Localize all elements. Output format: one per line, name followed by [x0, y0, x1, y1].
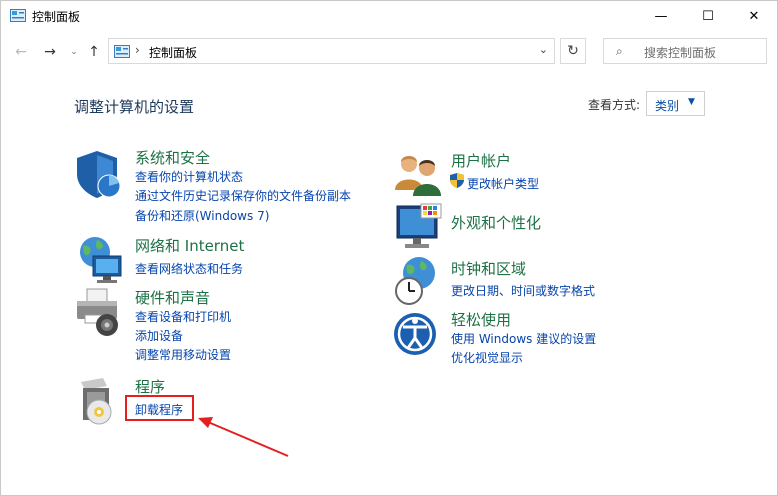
category-appearance-personalization[interactable]: 外观和个性化	[451, 212, 541, 233]
user-accounts-people-icon	[395, 156, 441, 196]
dropdown-arrow-icon: ▼	[688, 97, 695, 107]
category-network-internet[interactable]: 网络和 Internet	[135, 235, 244, 256]
forward-arrow-icon[interactable]: →	[41, 43, 59, 61]
breadcrumb-separator-icon: ›	[135, 43, 140, 57]
control-panel-location-icon	[114, 45, 130, 58]
category-hardware-sound[interactable]: 硬件和声音	[135, 287, 210, 308]
hardware-printer-icon	[77, 288, 118, 336]
view-by-dropdown[interactable]: 类别 ▼	[646, 91, 705, 116]
link-add-device[interactable]: 添加设备	[135, 327, 183, 344]
control-panel-app-icon	[10, 9, 26, 22]
address-dropdown-icon[interactable]: ⌄	[539, 43, 548, 56]
annotation-highlight-box	[125, 395, 194, 421]
minimize-icon: —	[654, 8, 668, 24]
category-system-security[interactable]: 系统和安全	[135, 147, 210, 168]
programs-disc-box-icon	[81, 378, 112, 425]
maximize-button[interactable]: ☐	[685, 1, 731, 31]
breadcrumb-control-panel[interactable]: 控制面板	[149, 44, 197, 61]
refresh-icon[interactable]: ↻	[560, 38, 586, 64]
appearance-monitor-icon	[396, 203, 442, 248]
control-panel-window: 控制面板 — ☐ ✕ ← → ⌄ ↑ › 控制面板 ⌄ ↻ ⌕ 搜索控制面板 调…	[0, 0, 778, 496]
link-change-account-type[interactable]: 更改帐户类型	[467, 175, 539, 192]
ease-of-access-icon	[394, 313, 436, 355]
link-backup-restore[interactable]: 备份和还原(Windows 7)	[135, 207, 269, 224]
category-clock-region[interactable]: 时钟和区域	[451, 258, 526, 279]
window-title: 控制面板	[32, 10, 81, 24]
category-programs[interactable]: 程序	[135, 376, 165, 397]
category-ease-of-access[interactable]: 轻松使用	[451, 309, 511, 330]
link-mobility-settings[interactable]: 调整常用移动设置	[135, 346, 231, 363]
search-icon: ⌕	[616, 44, 623, 58]
maximize-icon: ☐	[702, 8, 714, 24]
link-change-date-time-format[interactable]: 更改日期、时间或数字格式	[451, 282, 595, 299]
network-globe-icon	[80, 237, 122, 283]
uac-shield-icon	[450, 173, 464, 188]
link-file-history-backup[interactable]: 通过文件历史记录保存你的文件备份副本	[135, 187, 351, 204]
recent-locations-chevron-icon[interactable]: ⌄	[65, 43, 83, 61]
view-by-value: 类别	[655, 99, 680, 113]
close-button[interactable]: ✕	[731, 1, 777, 31]
link-view-computer-status[interactable]: 查看你的计算机状态	[135, 168, 243, 185]
title-bar: 控制面板 — ☐ ✕	[1, 1, 777, 31]
close-icon: ✕	[748, 8, 760, 24]
search-placeholder[interactable]: 搜索控制面板	[644, 44, 716, 61]
search-box[interactable]: ⌕ 搜索控制面板	[603, 38, 767, 64]
address-bar[interactable]: › 控制面板 ⌄	[108, 38, 555, 64]
link-windows-suggested-settings[interactable]: 使用 Windows 建议的设置	[451, 330, 596, 347]
link-optimize-visual-display[interactable]: 优化视觉显示	[451, 349, 523, 366]
category-user-accounts[interactable]: 用户帐户	[451, 150, 511, 171]
back-arrow-icon[interactable]: ←	[12, 43, 30, 61]
clock-region-icon	[395, 257, 435, 305]
link-network-status[interactable]: 查看网络状态和任务	[135, 260, 243, 277]
link-devices-printers[interactable]: 查看设备和打印机	[135, 308, 231, 325]
minimize-button[interactable]: —	[638, 1, 684, 31]
up-arrow-icon[interactable]: ↑	[85, 43, 103, 61]
system-security-shield-icon	[77, 151, 121, 198]
annotation-arrow-icon	[198, 417, 289, 457]
page-heading: 调整计算机的设置	[74, 98, 195, 116]
view-by-label: 查看方式:	[588, 98, 641, 112]
